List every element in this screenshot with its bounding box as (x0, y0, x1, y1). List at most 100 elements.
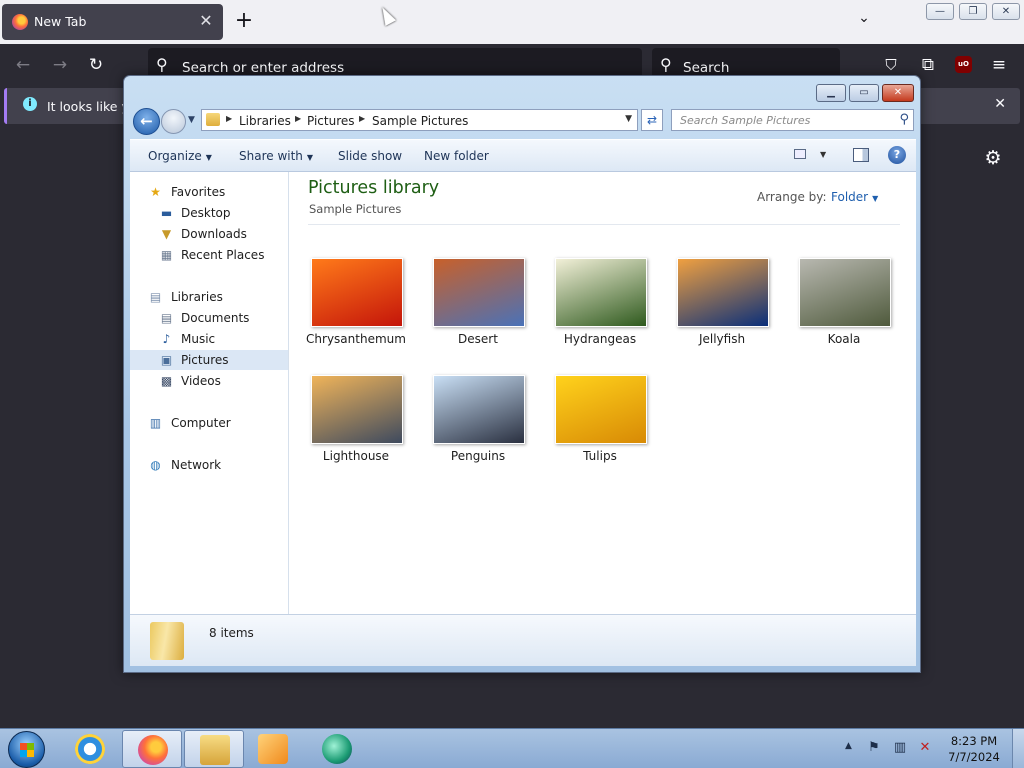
clock-time[interactable]: 8:23 PM (946, 734, 1002, 748)
picture-caption: Desert (458, 332, 498, 346)
explorer-close-button[interactable]: ✕ (882, 84, 914, 102)
breadcrumb-separator-icon[interactable]: ▶ (359, 114, 365, 123)
reload-icon[interactable]: ↻ (85, 54, 107, 76)
taskbar-firefox[interactable] (122, 730, 182, 768)
star-icon: ★ (150, 185, 161, 199)
new-tab-button[interactable]: + (232, 9, 256, 33)
start-button[interactable] (8, 731, 45, 768)
slide-show-button[interactable]: Slide show (338, 149, 402, 163)
show-hidden-icons-icon[interactable]: ▲ (845, 741, 852, 751)
nav-item-desktop[interactable]: ▬ Desktop (130, 203, 288, 223)
explorer-minimize-button[interactable]: ▁ (816, 84, 846, 102)
search-input[interactable]: Search Sample Pictures ⚲ (671, 109, 914, 131)
volume-muted-icon[interactable]: ✕ (917, 740, 933, 756)
action-center-flag-icon[interactable]: ⚑ (866, 740, 882, 756)
search-icon[interactable]: ⚲ (899, 112, 909, 127)
nav-item-favorites[interactable]: ★ Favorites (130, 182, 288, 202)
nav-item-libraries[interactable]: ▤ Libraries (130, 287, 288, 307)
nav-item-downloads[interactable]: ▼ Downloads (130, 224, 288, 244)
back-arrow-icon[interactable]: ← (12, 54, 34, 76)
explorer-maximize-button[interactable]: ▭ (849, 84, 879, 102)
media-player-icon (258, 734, 288, 764)
breadcrumb-separator-icon[interactable]: ▶ (295, 114, 301, 123)
pictures-icon: ▣ (160, 353, 173, 367)
tab-new-tab[interactable]: New Tab ✕ (2, 4, 223, 40)
picture-item-koala[interactable]: Koala (783, 258, 905, 370)
nav-item-pictures[interactable]: ▣ Pictures (130, 350, 288, 370)
network-icon: ◍ (150, 458, 161, 472)
firefox-logo-icon (12, 14, 28, 30)
gear-icon[interactable]: ⚙ (982, 147, 1004, 169)
breadcrumb-pictures[interactable]: Pictures (307, 114, 355, 128)
picture-caption: Lighthouse (322, 449, 390, 463)
network-tray-icon[interactable]: ▥ (892, 740, 908, 756)
videos-film-icon: ▩ (160, 374, 173, 388)
show-desktop-button[interactable] (1012, 729, 1024, 768)
nav-item-recent-places[interactable]: ▦ Recent Places (130, 245, 288, 265)
picture-item-jellyfish[interactable]: Jellyfish (661, 258, 783, 370)
nav-item-documents[interactable]: ▤ Documents (130, 308, 288, 328)
clock-date[interactable]: 7/7/2024 (946, 750, 1002, 764)
address-dropdown-icon[interactable]: ▼ (625, 114, 632, 124)
arrange-by-dropdown[interactable]: Folder ▼ (831, 190, 878, 204)
breadcrumb-libraries[interactable]: Libraries (239, 114, 291, 128)
picture-item-hydrangeas[interactable]: Hydrangeas (539, 258, 661, 370)
teal-app-icon (322, 734, 352, 764)
picture-item-penguins[interactable]: Penguins (417, 375, 539, 487)
picture-caption: Hydrangeas (563, 332, 637, 346)
picture-item-lighthouse[interactable]: Lighthouse (295, 375, 417, 487)
breadcrumb-sample-pictures[interactable]: Sample Pictures (372, 114, 468, 128)
back-button[interactable]: ← (133, 108, 160, 135)
nav-label: Network (171, 458, 222, 472)
browser-restore-button[interactable]: ❐ (959, 3, 987, 20)
browser-close-button[interactable]: ✕ (992, 3, 1020, 20)
libraries-icon: ▤ (149, 290, 162, 304)
new-folder-button[interactable]: New folder (424, 149, 489, 163)
arrange-by-value: Folder (831, 190, 869, 204)
firefox-icon (138, 735, 168, 765)
address-bar[interactable]: ▶ Libraries ▶ Pictures ▶ Sample Pictures… (201, 109, 638, 131)
hamburger-menu-icon[interactable]: ≡ (988, 54, 1010, 76)
extensions-puzzle-icon[interactable]: ⧉ (917, 54, 939, 76)
change-view-icon[interactable] (794, 149, 806, 159)
nav-item-videos[interactable]: ▩ Videos (130, 371, 288, 391)
refresh-icon[interactable]: ⇄ (641, 109, 663, 131)
preview-pane-icon[interactable] (853, 148, 869, 162)
taskbar-internet-explorer[interactable] (60, 730, 120, 768)
nav-item-music[interactable]: ♪ Music (130, 329, 288, 349)
url-bar-placeholder: Search or enter address (182, 60, 345, 76)
thumbnail-image (311, 375, 403, 444)
search-placeholder: Search Sample Pictures (680, 114, 811, 127)
thumbnail-image (555, 258, 647, 327)
organize-button[interactable]: Organize ▼ (148, 149, 212, 163)
pocket-icon[interactable]: ⛉ (880, 54, 902, 76)
recent-pages-chevron-icon[interactable]: ▼ (188, 115, 195, 125)
list-all-tabs-button[interactable]: ⌄ (852, 10, 876, 32)
nav-label: Downloads (181, 227, 247, 241)
folder-icon (206, 113, 220, 126)
picture-item-chrysanthemum[interactable]: Chrysanthemum (295, 258, 417, 370)
picture-caption: Penguins (450, 449, 506, 463)
ublock-origin-icon[interactable]: uO (955, 56, 972, 73)
share-with-button[interactable]: Share with ▼ (239, 149, 313, 163)
forward-button[interactable] (161, 109, 186, 134)
breadcrumb-separator-icon[interactable]: ▶ (226, 114, 232, 123)
taskbar-app-teal[interactable] (307, 730, 367, 768)
forward-arrow-icon[interactable]: → (49, 54, 71, 76)
tab-close-button[interactable]: ✕ (197, 10, 215, 32)
notification-close-button[interactable]: ✕ (994, 96, 1006, 112)
picture-item-desert[interactable]: Desert (417, 258, 539, 370)
view-options-chevron-icon[interactable]: ▼ (820, 150, 826, 159)
taskbar-media-player[interactable] (243, 730, 303, 768)
picture-caption: Jellyfish (698, 332, 746, 346)
nav-item-network[interactable]: ◍ Network (130, 455, 288, 475)
picture-item-tulips[interactable]: Tulips (539, 375, 661, 487)
desktop-icon: ▬ (160, 206, 173, 220)
internet-explorer-icon (75, 734, 105, 764)
nav-item-computer[interactable]: ▥ Computer (130, 413, 288, 433)
content-pane: Pictures library Sample Pictures Arrange… (289, 172, 916, 614)
thumbnail-image (555, 375, 647, 444)
taskbar-windows-explorer[interactable] (184, 730, 244, 768)
browser-minimize-button[interactable]: — (926, 3, 954, 20)
help-icon[interactable]: ? (888, 146, 906, 164)
